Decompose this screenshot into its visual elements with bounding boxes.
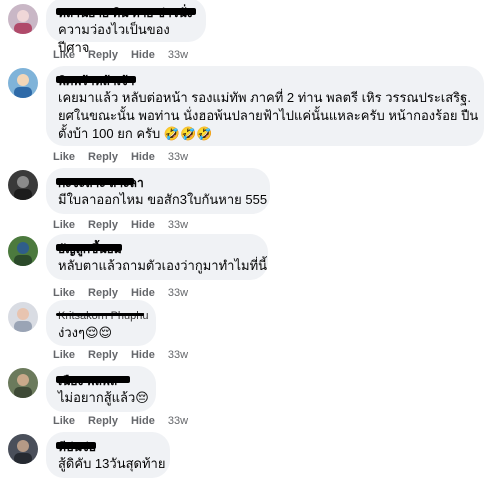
avatar[interactable] xyxy=(8,68,38,98)
comment-bubble: พิศพร้าหล้าเจ้า เคยมาแล้ว หลับต่อหน้า รอ… xyxy=(46,66,484,146)
comment-author[interactable]: หลานยาย ทิน ทาย ข่าวนั่ง xyxy=(56,5,196,21)
like-button[interactable]: Like xyxy=(53,287,75,299)
redaction-bar xyxy=(56,244,122,251)
like-button[interactable]: Like xyxy=(53,415,75,427)
reply-button[interactable]: Reply xyxy=(88,219,118,231)
hide-button[interactable]: Hide xyxy=(131,287,155,299)
hide-button[interactable]: Hide xyxy=(131,219,155,231)
comment-text: มีใบลาออกไหม ขอสัก3ใบกันหาย 555 xyxy=(58,192,268,207)
hide-button[interactable]: Hide xyxy=(131,415,155,427)
comment-author[interactable]: ทีบ่นจ่อ xyxy=(56,439,158,455)
redaction-bar xyxy=(56,178,134,185)
comment-text: หลับตาแล้วถามตัวเองว่ากูมาทำไมที่นี้ xyxy=(58,258,268,273)
timestamp[interactable]: 33w xyxy=(168,349,188,361)
reply-button[interactable]: Reply xyxy=(88,349,118,361)
timestamp[interactable]: 33w xyxy=(168,151,188,163)
redaction-bar xyxy=(56,8,196,15)
comment-author[interactable]: Kritsakorn Phuphu xyxy=(56,307,149,324)
timestamp[interactable]: 33w xyxy=(168,219,188,231)
comment-actions: Like Reply Hide 33w xyxy=(53,49,201,61)
like-button[interactable]: Like xyxy=(53,219,75,231)
comment-author[interactable]: พิศพร้าหล้าเจ้า xyxy=(56,73,472,89)
comment-text: ตั้งบ้า 100 ยก ครับ 🤣🤣🤣 xyxy=(58,126,213,141)
like-button[interactable]: Like xyxy=(53,151,75,163)
redaction-bar xyxy=(56,442,96,449)
avatar[interactable] xyxy=(8,170,38,200)
redaction-bar xyxy=(56,376,130,383)
comment-actions: Like Reply Hide 33w xyxy=(53,287,201,299)
comment-bubble: ธัญลูกขึ้นธม หลับตาแล้วถามตัวเองว่ากูมาท… xyxy=(46,234,268,280)
comment-author[interactable]: ธัญลูกขึ้นธม xyxy=(56,241,256,257)
timestamp[interactable]: 33w xyxy=(168,415,188,427)
reply-button[interactable]: Reply xyxy=(88,151,118,163)
comment-bubble: เฉือง พลพล ไม่อยากสู้แล้ว😔 xyxy=(46,366,156,412)
comment-bubble: กะจะลาะ ลาะลา มีใบลาออกไหม ขอสัก3ใบกันหา… xyxy=(46,168,270,214)
timestamp[interactable]: 33w xyxy=(168,49,188,61)
reply-button[interactable]: Reply xyxy=(88,415,118,427)
timestamp[interactable]: 33w xyxy=(168,287,188,299)
comment-text: สู้ดิคับ 13วันสุดท้าย xyxy=(58,456,166,471)
redaction-bar xyxy=(56,313,144,316)
like-button[interactable]: Like xyxy=(53,49,75,61)
comment-actions: Like Reply Hide 33w xyxy=(53,151,201,163)
comment-text: ไม่อยากสู้แล้ว😔 xyxy=(58,390,149,405)
comment-author[interactable]: กะจะลาะ ลาะลา xyxy=(56,175,258,191)
comment-actions: Like Reply Hide 33w xyxy=(53,219,201,231)
comment-bubble: หลานยาย ทิน ทาย ข่าวนั่ง ความว่องไวเป็นข… xyxy=(46,0,206,55)
comment-bubble: Kritsakorn Phuphu ง่วงๆ😌😌 xyxy=(46,300,156,346)
comment-bubble: ทีบ่นจ่อ สู้ดิคับ 13วันสุดท้าย xyxy=(46,432,170,478)
hide-button[interactable]: Hide xyxy=(131,349,155,361)
comment-author[interactable]: เฉือง พลพล xyxy=(56,373,144,389)
avatar[interactable] xyxy=(8,434,38,464)
avatar[interactable] xyxy=(8,368,38,398)
redaction-bar xyxy=(56,76,136,83)
comment-actions: Like Reply Hide 33w xyxy=(53,349,201,361)
avatar[interactable] xyxy=(8,4,38,34)
comment-text: ง่วงๆ😌😌 xyxy=(58,325,113,340)
comment-actions: Like Reply Hide 33w xyxy=(53,415,201,427)
like-button[interactable]: Like xyxy=(53,349,75,361)
reply-button[interactable]: Reply xyxy=(88,49,118,61)
avatar[interactable] xyxy=(8,236,38,266)
hide-button[interactable]: Hide xyxy=(131,151,155,163)
comment-text: ยศในขณะนั้น พอท่าน นั่งฮอพ้นปลายฟ้าไปแค่… xyxy=(58,108,479,123)
reply-button[interactable]: Reply xyxy=(88,287,118,299)
hide-button[interactable]: Hide xyxy=(131,49,155,61)
comment-text: เคยมาแล้ว หลับต่อหน้า รองแม่ทัพ ภาคที่ 2… xyxy=(58,90,471,105)
avatar[interactable] xyxy=(8,302,38,332)
